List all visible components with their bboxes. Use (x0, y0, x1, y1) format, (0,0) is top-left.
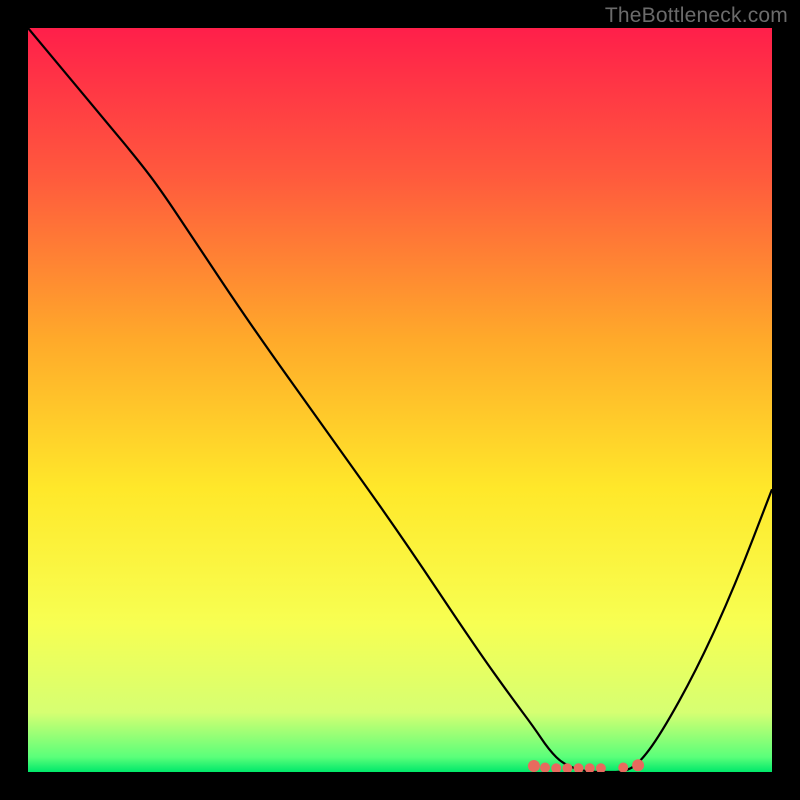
watermark-text: TheBottleneck.com (605, 4, 788, 28)
bottleneck-chart (28, 28, 772, 772)
marker-dot (632, 759, 644, 771)
chart-background (28, 28, 772, 772)
marker-dot (528, 760, 540, 772)
